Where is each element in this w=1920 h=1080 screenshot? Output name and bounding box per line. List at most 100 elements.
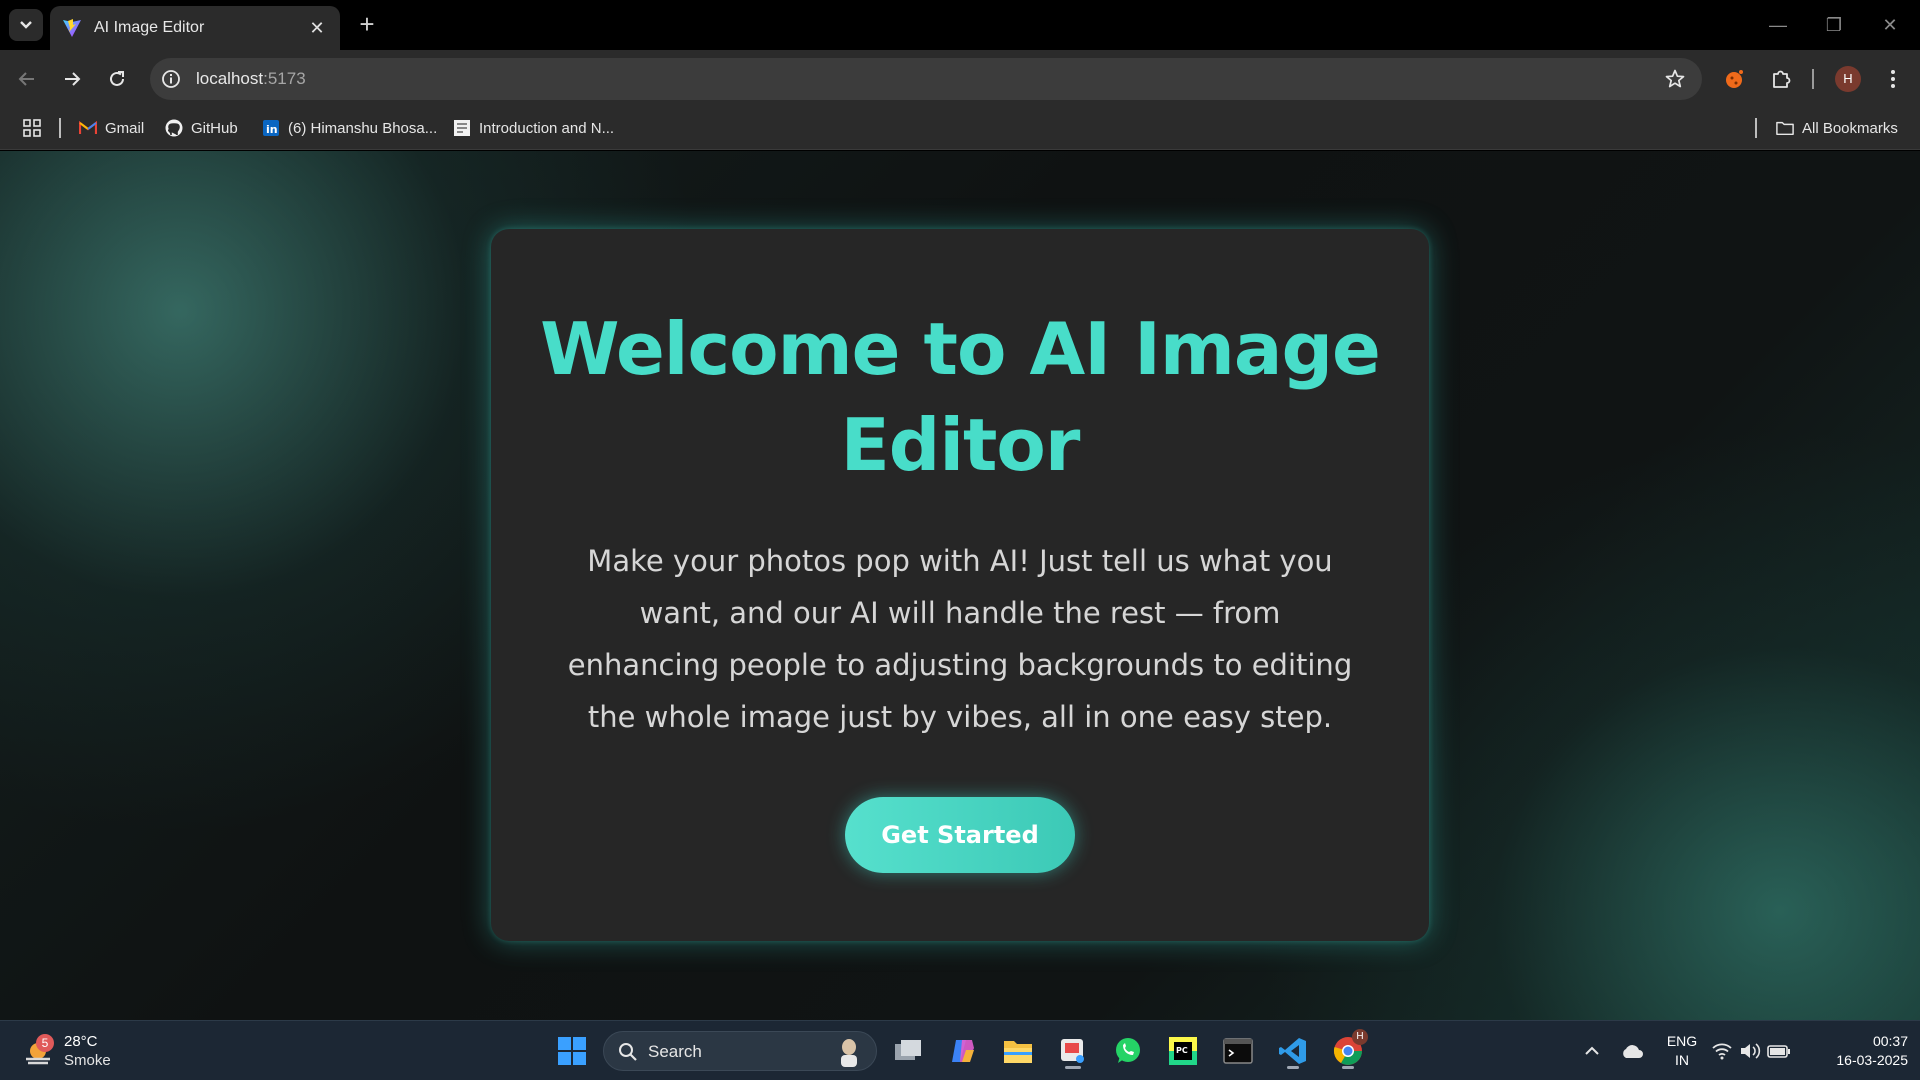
clock-time: 00:37 — [1872, 1033, 1908, 1049]
snipping-tool-button[interactable] — [1053, 1031, 1093, 1071]
back-button[interactable] — [12, 64, 42, 94]
new-tab-button[interactable]: + — [352, 10, 382, 40]
puzzle-icon — [1773, 70, 1791, 88]
battery-icon — [1767, 1045, 1790, 1058]
taskbar-search[interactable]: Search — [603, 1031, 877, 1071]
page-icon — [453, 119, 471, 137]
running-indicator — [1065, 1066, 1081, 1069]
toolbar-divider — [1812, 69, 1814, 89]
vscode-button[interactable] — [1273, 1031, 1313, 1071]
address-bar[interactable]: localhost:5173 — [150, 58, 1702, 100]
github-icon — [165, 119, 183, 137]
windows-logo-icon — [558, 1037, 586, 1065]
running-indicator — [1342, 1066, 1354, 1069]
apps-button[interactable] — [22, 116, 42, 140]
folder-icon — [1004, 1041, 1032, 1063]
bookmark-label: Introduction and N... — [479, 119, 615, 137]
arrow-right-icon — [65, 72, 81, 86]
vite-logo-icon — [63, 19, 81, 37]
weather-temp: 28°C — [64, 1033, 98, 1050]
bookmark-star-icon[interactable] — [1664, 68, 1686, 90]
onedrive-button[interactable] — [1612, 1031, 1652, 1071]
file-explorer-button[interactable] — [998, 1031, 1038, 1071]
all-bookmarks-button[interactable]: All Bookmarks — [1776, 116, 1898, 140]
bookmark-introduction[interactable]: Introduction and N... — [453, 116, 614, 140]
svg-text:PC: PC — [1176, 1046, 1188, 1055]
folder-icon — [1776, 119, 1794, 137]
url-text: localhost:5173 — [196, 69, 306, 89]
weather-condition: Smoke — [64, 1052, 111, 1069]
language-indicator[interactable]: ENG IN — [1660, 1033, 1704, 1071]
tab-strip: AI Image Editor ✕ + — ❐ ✕ — [0, 0, 1920, 50]
clock[interactable]: 00:37 16-03-2025 — [1812, 1033, 1908, 1071]
all-bookmarks-label: All Bookmarks — [1802, 119, 1898, 137]
kebab-menu-icon — [1891, 70, 1895, 88]
weather-badge: 5 — [36, 1034, 54, 1052]
extensions-menu-button[interactable] — [1766, 64, 1796, 94]
bookmarks-divider — [59, 118, 61, 138]
clock-date: 16-03-2025 — [1836, 1052, 1908, 1068]
snipping-tool-icon — [1061, 1039, 1084, 1063]
language-line2: IN — [1675, 1052, 1689, 1068]
url-port: :5173 — [263, 69, 306, 88]
chrome-button[interactable]: H — [1328, 1029, 1368, 1071]
language-line1: ENG — [1666, 1033, 1698, 1049]
site-info-icon[interactable] — [160, 68, 182, 90]
bookmark-github[interactable]: GitHub — [165, 116, 238, 140]
bookmark-label: Gmail — [105, 119, 145, 137]
tab-search-button[interactable] — [9, 9, 43, 41]
linkedin-icon: in — [262, 119, 280, 137]
page-description: Make your photos pop with AI! Just tell … — [567, 544, 1353, 734]
reload-button[interactable] — [102, 64, 132, 94]
active-tab[interactable]: AI Image Editor ✕ — [50, 6, 340, 50]
gmail-icon — [79, 119, 97, 137]
weather-widget[interactable]: 5 28°C Smoke — [22, 1029, 152, 1073]
bookmark-linkedin[interactable]: in (6) Himanshu Bhosa... — [262, 116, 437, 140]
start-button[interactable] — [552, 1031, 592, 1071]
terminal-icon — [1223, 1038, 1253, 1064]
tab-close-icon[interactable]: ✕ — [306, 18, 328, 39]
vscode-icon — [1279, 1038, 1306, 1064]
show-hidden-icons-button[interactable] — [1572, 1031, 1612, 1071]
pycharm-icon: PC — [1169, 1037, 1197, 1065]
tab-title: AI Image Editor — [94, 19, 205, 36]
bookmark-gmail[interactable]: Gmail — [79, 116, 144, 140]
restore-button[interactable]: ❐ — [1814, 10, 1854, 40]
apps-grid-icon — [23, 119, 41, 137]
quick-settings-button[interactable] — [1705, 1031, 1797, 1071]
page-title: Welcome to AI Image Editor — [540, 307, 1381, 487]
copilot-button[interactable] — [943, 1031, 983, 1071]
reload-icon — [110, 71, 124, 86]
cookie-extension-icon — [1726, 70, 1743, 88]
forward-button[interactable] — [57, 64, 87, 94]
taskbar-search-label: Search — [648, 1042, 702, 1061]
bookmark-label: (6) Himanshu Bhosa... — [288, 119, 438, 137]
wifi-icon — [1712, 1043, 1732, 1060]
task-view-button[interactable] — [888, 1031, 928, 1071]
whatsapp-icon — [1116, 1038, 1140, 1063]
terminal-button[interactable] — [1218, 1031, 1258, 1071]
svg-text:in: in — [266, 123, 278, 136]
windows-taskbar: 5 28°C Smoke Search PC H ENG IN 00:37 16… — [0, 1020, 1920, 1080]
close-window-button[interactable]: ✕ — [1870, 10, 1910, 40]
page-background: Welcome to AI Image Editor Make your pho… — [0, 151, 1920, 1020]
profile-avatar[interactable]: H — [1835, 66, 1861, 92]
extension-button[interactable] — [1720, 64, 1750, 94]
whatsapp-button[interactable] — [1108, 1031, 1148, 1071]
volume-icon — [1741, 1043, 1761, 1059]
chevron-down-icon — [20, 21, 32, 29]
url-host: localhost — [196, 69, 264, 88]
search-highlight-icon — [841, 1039, 857, 1067]
get-started-button[interactable]: Get Started — [845, 797, 1075, 873]
copilot-icon — [952, 1040, 974, 1062]
minimize-button[interactable]: — — [1758, 10, 1798, 40]
pycharm-button[interactable]: PC — [1163, 1031, 1203, 1071]
bookmarks-divider — [1755, 118, 1757, 138]
browser-menu-button[interactable] — [1878, 64, 1908, 94]
browser-toolbar: localhost:5173 H — [0, 50, 1920, 106]
cloud-icon — [1623, 1045, 1643, 1058]
welcome-card: Welcome to AI Image Editor Make your pho… — [491, 229, 1429, 941]
chevron-up-icon — [1585, 1046, 1599, 1055]
task-view-icon — [895, 1040, 921, 1060]
bookmark-label: GitHub — [191, 119, 238, 137]
